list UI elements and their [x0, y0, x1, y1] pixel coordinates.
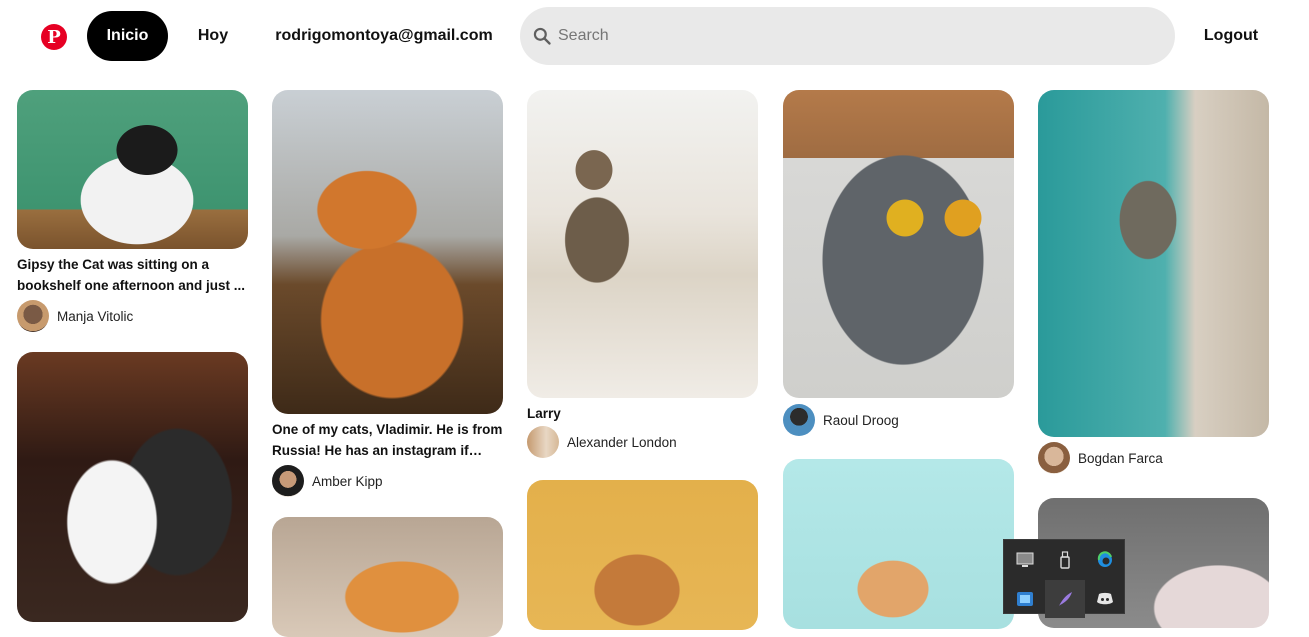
- author-name: Amber Kipp: [312, 473, 383, 489]
- pin-card[interactable]: Raoul Droog: [783, 90, 1014, 436]
- pin-card[interactable]: Gipsy the Cat was sitting on a bookshelf…: [17, 90, 248, 332]
- feather-pen-icon[interactable]: [1045, 580, 1085, 618]
- avatar[interactable]: [527, 426, 559, 458]
- top-navigation-bar: P Inicio Hoy rodrigomontoya@gmail.com Lo…: [0, 0, 1309, 72]
- user-email-link[interactable]: rodrigomontoya@gmail.com: [268, 11, 500, 61]
- system-tray-popup: [1003, 539, 1125, 618]
- pin-card[interactable]: [17, 352, 248, 622]
- search-icon: [533, 27, 551, 45]
- avatar[interactable]: [272, 465, 304, 497]
- pin-card[interactable]: [783, 459, 1014, 629]
- pin-card[interactable]: [272, 517, 503, 637]
- author-name: Alexander London: [567, 434, 677, 450]
- author-name: Manja Vitolic: [57, 308, 134, 324]
- edge-icon[interactable]: [1085, 541, 1125, 579]
- search-input[interactable]: [558, 27, 1138, 45]
- pin-image[interactable]: [783, 90, 1014, 398]
- search-bar[interactable]: [520, 7, 1175, 65]
- pin-author[interactable]: Alexander London: [527, 426, 758, 458]
- pin-card[interactable]: Larry Alexander London: [527, 90, 758, 458]
- pin-image[interactable]: [272, 517, 503, 637]
- network-app-icon[interactable]: [1005, 580, 1045, 618]
- pin-author[interactable]: Manja Vitolic: [17, 300, 248, 332]
- discord-icon[interactable]: [1085, 580, 1125, 618]
- pin-title: Gipsy the Cat was sitting on a bookshelf…: [17, 257, 246, 293]
- pin-author[interactable]: Bogdan Farca: [1038, 442, 1269, 474]
- pin-card[interactable]: One of my cats, Vladimir. He is from Rus…: [272, 90, 503, 497]
- pin-image[interactable]: [17, 352, 248, 622]
- monitor-icon[interactable]: [1005, 541, 1045, 579]
- author-name: Raoul Droog: [823, 412, 899, 428]
- nav-today-link[interactable]: Hoy: [183, 11, 243, 61]
- pin-image[interactable]: [783, 459, 1014, 629]
- pin-author[interactable]: Amber Kipp: [272, 465, 503, 497]
- pinterest-logo-icon[interactable]: P: [41, 24, 67, 50]
- pin-card[interactable]: [527, 480, 758, 630]
- pin-image[interactable]: [1038, 90, 1269, 437]
- logout-button[interactable]: Logout: [1196, 11, 1266, 61]
- usb-drive-icon[interactable]: [1045, 541, 1085, 579]
- avatar[interactable]: [783, 404, 815, 436]
- nav-home-button[interactable]: Inicio: [87, 11, 168, 61]
- pin-image[interactable]: [527, 480, 758, 630]
- pin-image[interactable]: [527, 90, 758, 398]
- pin-title: One of my cats, Vladimir. He is from Rus…: [272, 422, 503, 458]
- avatar[interactable]: [17, 300, 49, 332]
- pin-author[interactable]: Raoul Droog: [783, 404, 1014, 436]
- pin-image[interactable]: [272, 90, 503, 414]
- pin-image[interactable]: [17, 90, 248, 249]
- pin-card[interactable]: Bogdan Farca: [1038, 90, 1269, 474]
- pin-title: Larry: [527, 406, 561, 421]
- avatar[interactable]: [1038, 442, 1070, 474]
- author-name: Bogdan Farca: [1078, 450, 1163, 466]
